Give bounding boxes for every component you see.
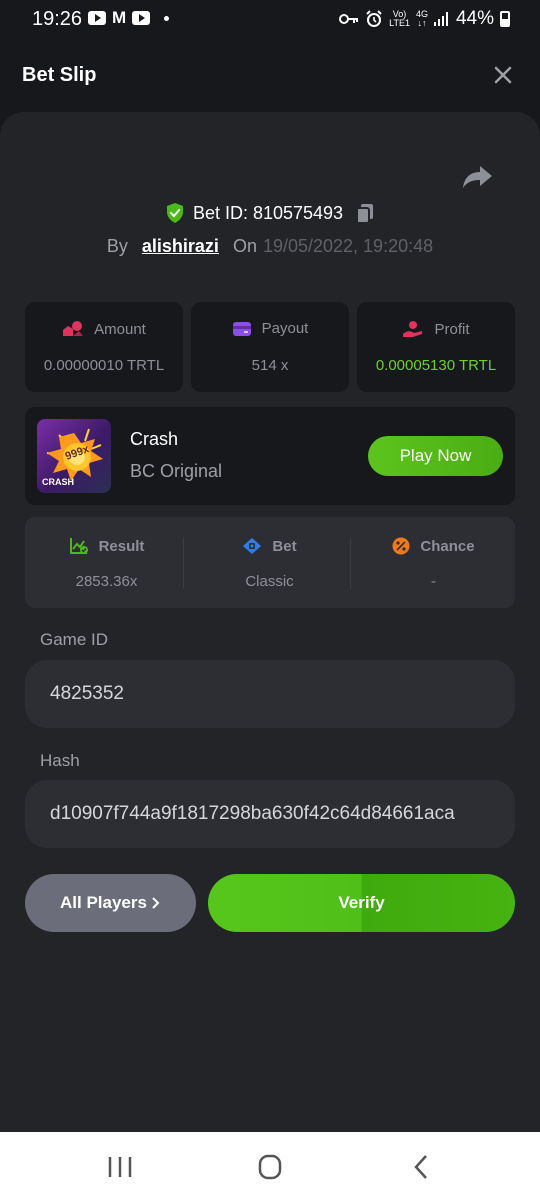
payout-label: Payout [261, 320, 309, 337]
profit-icon [403, 321, 423, 337]
on-label: On [232, 235, 257, 256]
back-icon[interactable] [400, 1152, 440, 1182]
game-name: Crash [130, 429, 179, 449]
status-bar: 19:26 M Vo) LTE1 4G ↓↑ 44% [0, 0, 540, 40]
battery-percent: 44% [455, 8, 494, 29]
hash-label: Hash [40, 751, 80, 770]
crash-thumb-label: CRASH [42, 477, 75, 487]
by-label: By [106, 235, 128, 256]
result-value: 2853.36x [75, 573, 138, 590]
verify-button[interactable]: Verify [208, 874, 515, 932]
payout-card: Payout 514 x [191, 302, 349, 392]
signal-icon [433, 12, 448, 26]
game-id-field[interactable] [25, 660, 515, 728]
share-icon[interactable] [460, 160, 494, 192]
copy-icon[interactable] [355, 202, 375, 224]
system-nav-bar [0, 1132, 540, 1200]
chance-value: - [431, 573, 436, 590]
bet-icon [243, 538, 262, 554]
system-icons: Vo) LTE1 4G ↓↑ 44% [339, 8, 510, 30]
game-card: 999x CRASH Crash BC Original Play Now [25, 407, 515, 505]
amount-card: Amount 0.00000010 TRTL [25, 302, 183, 392]
bet-label: Bet [272, 537, 297, 555]
amount-value: 0.00000010 TRTL [43, 357, 165, 374]
page-title: Bet Slip [22, 64, 97, 86]
amount-icon [63, 321, 84, 336]
game-id-label: Game ID [40, 630, 109, 649]
game-id-field-box [25, 660, 515, 728]
home-icon[interactable] [250, 1152, 290, 1182]
close-icon[interactable] [490, 62, 516, 88]
divider [183, 537, 184, 589]
profit-label: Profit [434, 320, 470, 338]
bet-slip-sheet [0, 112, 540, 1132]
gmail-icon: M [112, 8, 127, 27]
youtube-icon [88, 11, 106, 25]
more-notifications-icon [164, 15, 170, 21]
chance-label: Chance [420, 537, 475, 555]
youtube-icon [132, 11, 151, 25]
result-label: Result [98, 537, 145, 555]
payout-icon [232, 321, 251, 336]
all-players-label: All Players [60, 893, 147, 912]
all-players-button[interactable]: All Players [25, 874, 196, 932]
chevron-right-icon [152, 897, 160, 909]
bet-id-row: Bet ID: 810575493 [0, 200, 540, 226]
key-icon [339, 14, 359, 24]
result-icon [69, 538, 88, 554]
result-card: Result 2853.36x Bet Classic Chance - [25, 517, 515, 608]
notification-icons: M [88, 8, 170, 27]
chance-icon [392, 537, 410, 555]
bet-value: Classic [245, 573, 294, 590]
4g-indicator: 4G ↓↑ [415, 9, 428, 28]
play-now-button[interactable]: Play Now [368, 436, 503, 476]
recent-apps-icon[interactable] [100, 1152, 140, 1182]
alarm-icon [366, 10, 382, 27]
game-provider: BC Original [130, 461, 223, 481]
bet-meta-row: By alishirazi On 19/05/2022, 19:20:48 [0, 233, 540, 259]
bet-date: 19/05/2022, 19:20:48 [262, 235, 434, 256]
bet-id: Bet ID: 810575493 [192, 202, 344, 223]
verified-shield-icon [166, 203, 183, 223]
crash-game-thumbnail[interactable]: 999x CRASH [37, 419, 111, 493]
status-time: 19:26 [32, 8, 83, 30]
amount-label: Amount [94, 320, 146, 338]
chance-column: Chance - [352, 517, 515, 608]
result-column: Result 2853.36x [25, 517, 188, 608]
divider [350, 537, 351, 589]
hash-field-box [25, 780, 515, 848]
profit-value: 0.00005130 TRTL [375, 357, 497, 374]
hash-field[interactable] [25, 780, 515, 848]
profit-card: Profit 0.00005130 TRTL [357, 302, 515, 392]
volte-indicator: Vo) LTE1 [389, 9, 410, 28]
bettor-username-link[interactable]: alishirazi [142, 236, 219, 257]
bet-column: Bet Classic [188, 517, 351, 608]
payout-value: 514 x [251, 357, 289, 374]
battery-icon [500, 11, 510, 27]
